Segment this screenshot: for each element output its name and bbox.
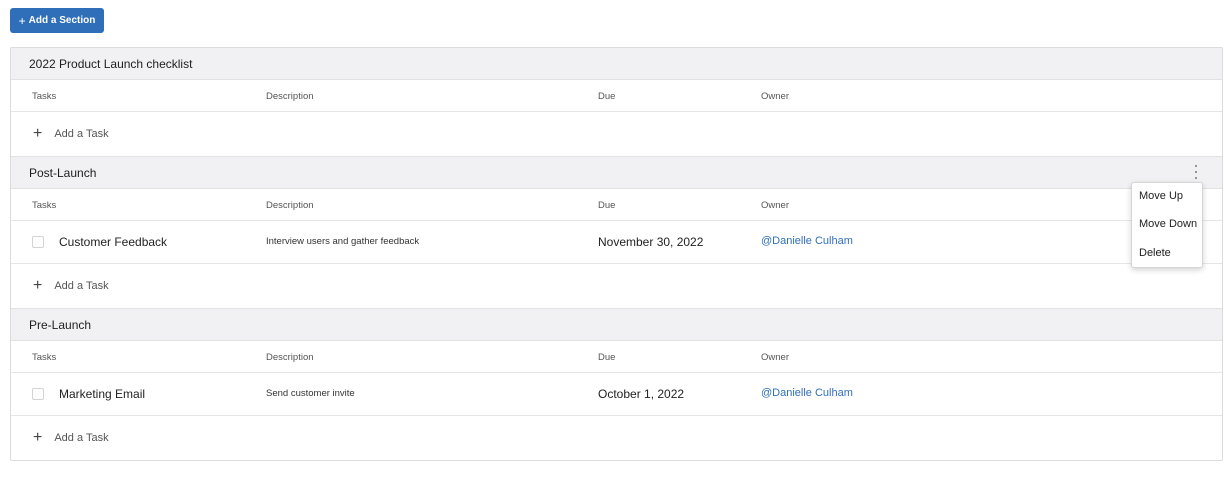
plus-icon: + (18, 13, 26, 28)
menu-item-move-up[interactable]: Move Up (1139, 190, 1183, 202)
task-due-date: November 30, 2022 (598, 235, 704, 249)
add-task-button[interactable]: + Add a Task (11, 112, 1222, 156)
section-title: Post-Launch (29, 165, 97, 180)
add-task-label: Add a Task (54, 128, 109, 140)
add-section-button[interactable]: + Add a Section (10, 8, 104, 33)
column-header-tasks: Tasks (32, 352, 57, 363)
section-header: 2022 Product Launch checklist (11, 48, 1222, 80)
task-name[interactable]: Marketing Email (59, 387, 145, 401)
plus-icon: + (33, 277, 43, 294)
add-task-label: Add a Task (54, 280, 109, 292)
task-checkbox[interactable] (32, 388, 44, 400)
task-checkbox[interactable] (32, 236, 44, 248)
column-header-description: Description (266, 200, 314, 211)
menu-item-move-down[interactable]: Move Down (1139, 218, 1197, 230)
column-header-tasks: Tasks (32, 91, 57, 102)
task-description: Interview users and gather feedback (266, 236, 420, 247)
column-header-owner: Owner (761, 91, 789, 102)
checklist-board: 2022 Product Launch checklist Tasks Desc… (10, 47, 1223, 461)
column-header-row: Tasks Description Due Owner (11, 80, 1222, 112)
plus-icon: + (33, 125, 43, 142)
task-description: Send customer invite (266, 388, 355, 399)
task-name[interactable]: Customer Feedback (59, 235, 167, 249)
add-section-label: Add a Section (28, 15, 96, 26)
add-task-label: Add a Task (54, 432, 109, 444)
column-header-description: Description (266, 91, 314, 102)
task-due-date: October 1, 2022 (598, 387, 685, 401)
column-header-due: Due (598, 91, 616, 102)
section-options-menu: Move Up Move Down Delete (1131, 182, 1203, 268)
column-header-row: Tasks Description Due Owner (11, 189, 1222, 221)
column-header-owner: Owner (761, 352, 789, 363)
task-owner-link[interactable]: @Danielle Culham (761, 387, 853, 399)
column-header-row: Tasks Description Due Owner (11, 341, 1222, 373)
column-header-description: Description (266, 352, 314, 363)
plus-icon: + (33, 429, 43, 446)
add-task-button[interactable]: + Add a Task (11, 264, 1222, 308)
task-row: Marketing Email Send customer invite Oct… (11, 373, 1222, 416)
section-title: 2022 Product Launch checklist (29, 56, 193, 71)
section-header: Post-Launch (11, 156, 1222, 189)
task-row: Customer Feedback Interview users and ga… (11, 221, 1222, 264)
more-options-icon[interactable] (1192, 165, 1200, 179)
section-title: Pre-Launch (29, 317, 92, 332)
add-task-button[interactable]: + Add a Task (11, 416, 1222, 460)
task-owner-link[interactable]: @Danielle Culham (761, 235, 853, 247)
section-header: Pre-Launch (11, 308, 1222, 341)
column-header-due: Due (598, 352, 616, 363)
column-header-tasks: Tasks (32, 200, 57, 211)
column-header-due: Due (598, 200, 616, 211)
column-header-owner: Owner (761, 200, 789, 211)
menu-item-delete[interactable]: Delete (1139, 247, 1171, 259)
